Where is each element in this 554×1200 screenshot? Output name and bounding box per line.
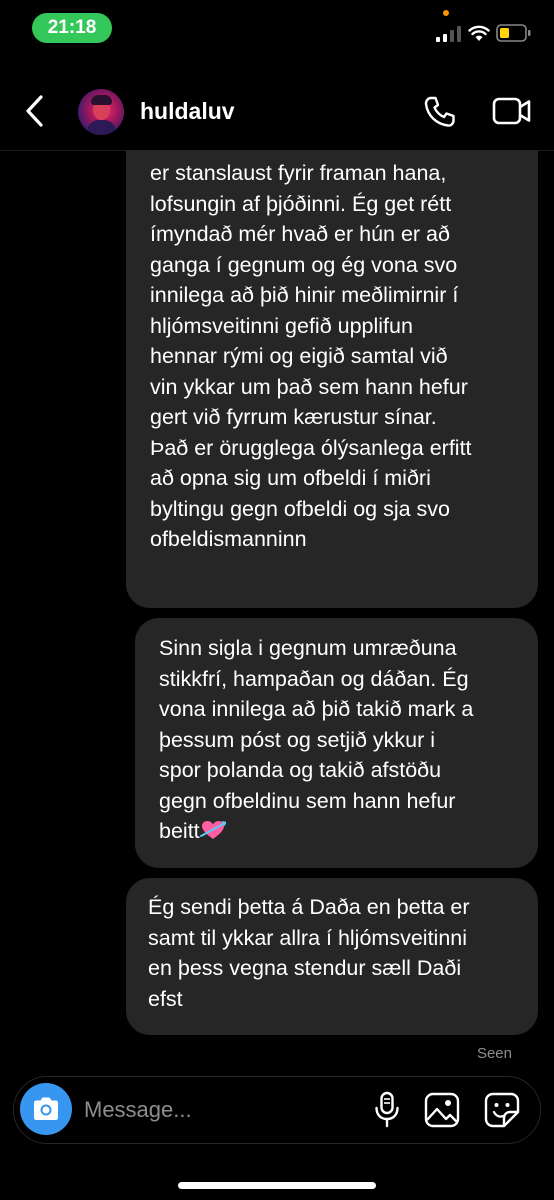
camera-icon <box>34 1097 58 1120</box>
heart-with-arrow-emoji <box>199 821 226 839</box>
message-bubble[interactable]: Sinn sigla i gegnum umræðuna stikkfrí, h… <box>135 618 538 868</box>
gallery-icon[interactable] <box>424 1092 460 1128</box>
status-time: 21:18 <box>32 13 112 43</box>
home-indicator[interactable] <box>178 1182 376 1189</box>
message-bubble[interactable]: Ég sendi þetta á Daða en þetta er samt t… <box>126 878 538 1035</box>
video-icon[interactable] <box>492 95 532 127</box>
seen-receipt: Seen <box>476 1045 512 1062</box>
chat-header: huldaluv <box>0 75 554 151</box>
message-input[interactable] <box>82 1089 366 1131</box>
camera-button[interactable] <box>20 1083 72 1135</box>
message-text: Ég sendi þetta á Daða en þetta er samt t… <box>148 895 470 1011</box>
phone-icon[interactable] <box>423 95 457 129</box>
signal-icon <box>436 26 461 42</box>
back-icon[interactable] <box>20 93 50 129</box>
status-bar: 21:18 <box>0 0 554 60</box>
wifi-icon <box>468 25 490 41</box>
message-text: er stanslaust fyrir framan hana, lofsung… <box>150 161 472 551</box>
message-text: Sinn sigla i gegnum umræðuna stikkfrí, h… <box>159 636 474 843</box>
message-bubble[interactable]: er stanslaust fyrir framan hana, lofsung… <box>126 150 538 608</box>
privacy-indicator-dot <box>443 10 449 16</box>
chat-username[interactable]: huldaluv <box>140 98 235 125</box>
message-composer <box>13 1076 541 1144</box>
sticker-icon[interactable] <box>484 1092 520 1128</box>
battery-icon <box>496 24 531 42</box>
mic-icon[interactable] <box>372 1091 402 1129</box>
message-thread[interactable]: er stanslaust fyrir framan hana, lofsung… <box>0 150 554 1070</box>
avatar[interactable] <box>78 89 124 135</box>
